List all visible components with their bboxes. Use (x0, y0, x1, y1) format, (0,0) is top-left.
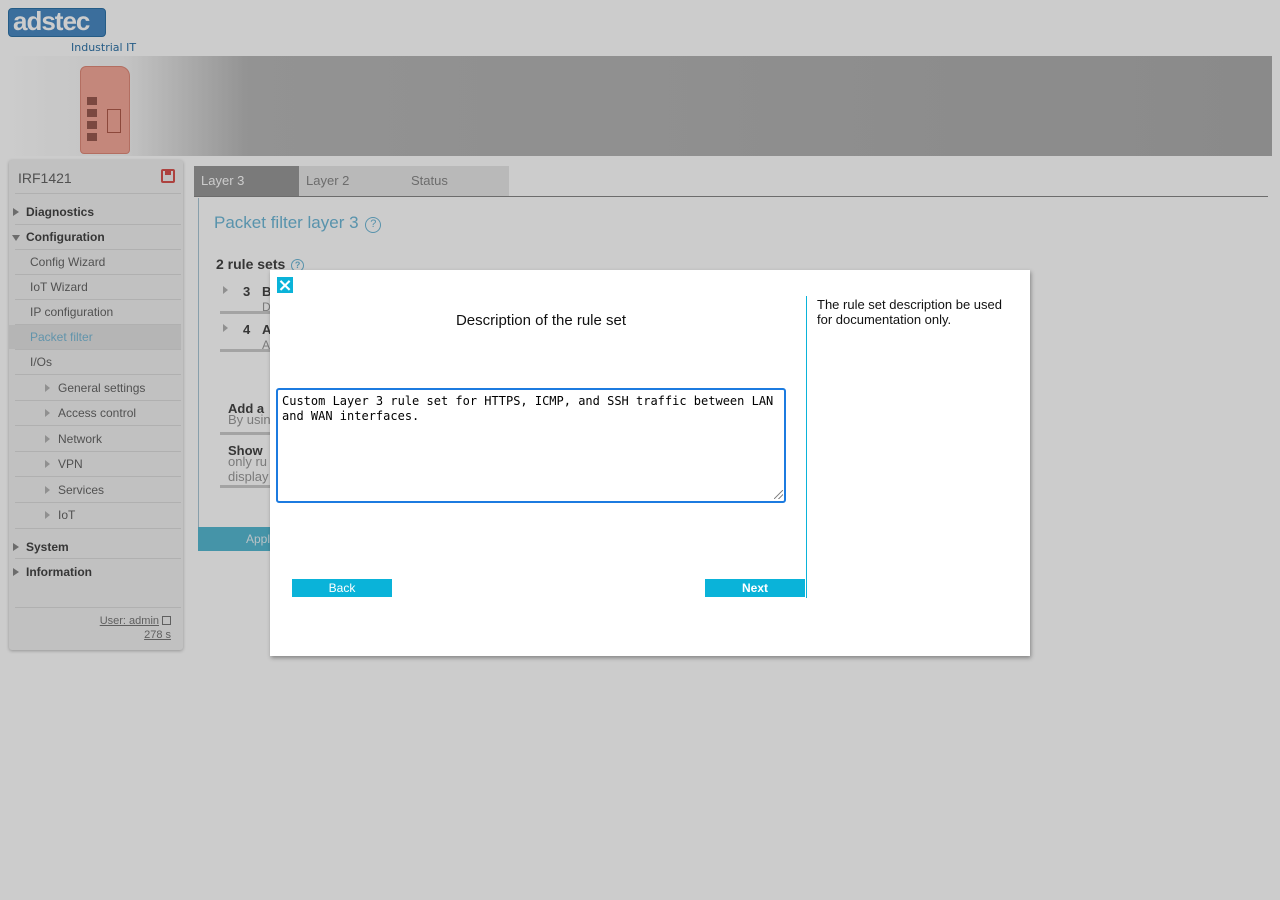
back-button[interactable]: Back (292, 579, 392, 597)
ruleset-description-input[interactable]: Custom Layer 3 rule set for HTTPS, ICMP,… (276, 388, 786, 503)
ruleset-description-dialog: × Description of the rule set Custom Lay… (270, 270, 1030, 656)
dialog-help-text: The rule set description be used for doc… (817, 297, 1002, 327)
close-icon[interactable]: × (276, 276, 294, 295)
resize-handle-icon[interactable] (774, 490, 783, 499)
next-button[interactable]: Next (705, 579, 805, 597)
dialog-title: Description of the rule set (455, 312, 627, 329)
dialog-divider (806, 296, 807, 598)
